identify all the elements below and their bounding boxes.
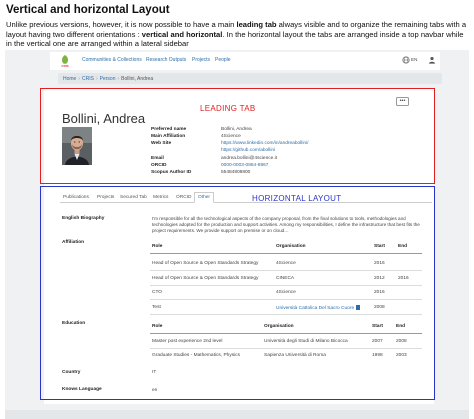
footer-strip	[5, 410, 469, 419]
affiliation-row-4-org[interactable]: Università Cattolica Del Sacro Cuore	[276, 305, 361, 311]
education-label: Education	[62, 321, 86, 326]
education-row-2-role: Graduate Studies - Mathematics, Physics	[152, 353, 240, 358]
education-row-2-end: 2003	[396, 353, 407, 358]
field-value-linkedin[interactable]: https://www.linkedin.com/in/andreabollin…	[221, 141, 308, 146]
row-divider	[150, 285, 422, 286]
row-divider	[150, 314, 422, 315]
field-value-github[interactable]: https://github.com/abollini	[221, 148, 275, 153]
breadcrumb-person[interactable]: Person	[100, 76, 116, 82]
tab-orcid[interactable]: ORCID	[176, 195, 191, 200]
nav-people[interactable]: People	[215, 57, 231, 63]
intro-paragraph: Unlike previous versions, however, it is…	[6, 20, 467, 49]
education-row-1-role: Master post experience 2nd level	[152, 339, 223, 344]
language-label: Knows Language	[62, 387, 102, 392]
education-row-1-start: 2007	[372, 339, 383, 344]
field-label-web-site: Web Site	[151, 141, 172, 146]
education-header-organisation: Organisation	[264, 324, 294, 329]
breadcrumb: Home › CRIS › Person › Bollini, Andrea	[58, 73, 442, 84]
affiliation-row-2-org: CINECA	[276, 276, 295, 281]
profile-photo	[62, 127, 92, 165]
affiliation-row-2-role: Head of Open Source & Open Standards Str…	[152, 276, 259, 281]
education-header-role: Role	[152, 324, 163, 329]
tab-other[interactable]: Other	[194, 192, 214, 203]
affiliation-row-4-start: 2008	[374, 305, 385, 310]
affiliation-label: Affiliation	[62, 240, 85, 245]
field-label-orcid: ORCID	[151, 163, 167, 168]
affiliation-row-4-role: Test	[152, 305, 161, 310]
document-icon	[356, 305, 361, 310]
field-value-scopus: 55484808800	[221, 170, 251, 175]
affiliation-header-end: End	[398, 244, 408, 249]
breadcrumb-cris[interactable]: CRIS	[82, 76, 94, 82]
education-row-2-start: 1998	[372, 353, 383, 358]
field-value-orcid[interactable]: 0000-0003-0864-8867	[221, 163, 268, 168]
user-icon[interactable]	[428, 56, 436, 64]
language-value: en	[152, 388, 158, 393]
tab-bar	[60, 190, 432, 203]
affiliation-header-organisation: Organisation	[276, 244, 306, 249]
tab-metrics[interactable]: Metrics	[153, 195, 168, 200]
tab-publications[interactable]: Publications	[63, 195, 89, 200]
field-label-scopus: Scopus Author ID	[151, 170, 192, 175]
education-header-start: Start	[372, 324, 383, 329]
dspace-cris-logo: CRIS	[60, 55, 70, 68]
affiliation-row-2-end: 2016	[398, 276, 409, 281]
field-value-preferred-name: Bollini, Andrea	[221, 127, 252, 132]
affiliation-row-1-org: 4Science	[276, 261, 296, 266]
document-title: Vertical and horizontal Layout	[6, 4, 170, 16]
tab-secured-tab[interactable]: Secured Tab	[120, 195, 147, 200]
nav-projects[interactable]: Projects	[192, 57, 210, 63]
affiliation-row-1-start: 2016	[374, 261, 385, 266]
field-label-main-affiliation: Main Affiliation	[151, 134, 186, 139]
nav-communities[interactable]: Communities & Collections	[82, 57, 142, 63]
affiliation-row-3-org: 4Science	[276, 290, 296, 295]
globe-icon[interactable]	[402, 56, 410, 64]
affiliation-header-role: Role	[152, 244, 163, 249]
field-value-email: andrea.bollini@4science.it	[221, 156, 278, 161]
education-header-divider	[150, 333, 422, 334]
affiliation-row-2-start: 2012	[374, 276, 385, 281]
education-row-1-org: Università degli Studi di Milano Bicocca	[264, 339, 348, 344]
leading-tab-annotation: LEADING TAB	[200, 104, 256, 113]
field-label-preferred-name: Preferred name	[151, 127, 187, 132]
field-label-email: Email	[151, 156, 164, 161]
breadcrumb-current: Bollini, Andrea	[121, 76, 154, 82]
person-name-heading: Bollini, Andrea	[62, 111, 146, 126]
affiliation-row-3-role: CTO	[152, 290, 163, 295]
more-options-button[interactable]: •••	[396, 97, 409, 106]
breadcrumb-home[interactable]: Home	[63, 76, 76, 82]
tab-projects[interactable]: Projects	[97, 195, 114, 200]
row-divider	[150, 299, 422, 300]
svg-text:CRIS: CRIS	[61, 64, 68, 68]
affiliation-header-divider	[150, 253, 422, 254]
education-header-end: End	[396, 324, 406, 329]
affiliation-row-3-start: 2016	[374, 290, 385, 295]
nav-research-outputs[interactable]: Research Outputs	[146, 57, 186, 63]
country-value: IT	[152, 370, 157, 375]
row-divider	[150, 270, 422, 271]
biography-text: I'm responsible for all the technologica…	[152, 216, 420, 234]
affiliation-header-start: Start	[374, 244, 385, 249]
field-value-main-affiliation: 4Science	[221, 134, 241, 139]
row-divider	[150, 348, 422, 349]
affiliation-row-1-role: Head of Open Source & Open Standards Str…	[152, 261, 259, 266]
biography-label: English Biography	[62, 216, 105, 221]
education-row-2-org: Sapienza Università di Roma	[264, 353, 326, 358]
education-row-1-end: 2008	[396, 339, 407, 344]
language-selector[interactable]: EN	[411, 57, 417, 62]
country-label: Country	[62, 370, 81, 375]
